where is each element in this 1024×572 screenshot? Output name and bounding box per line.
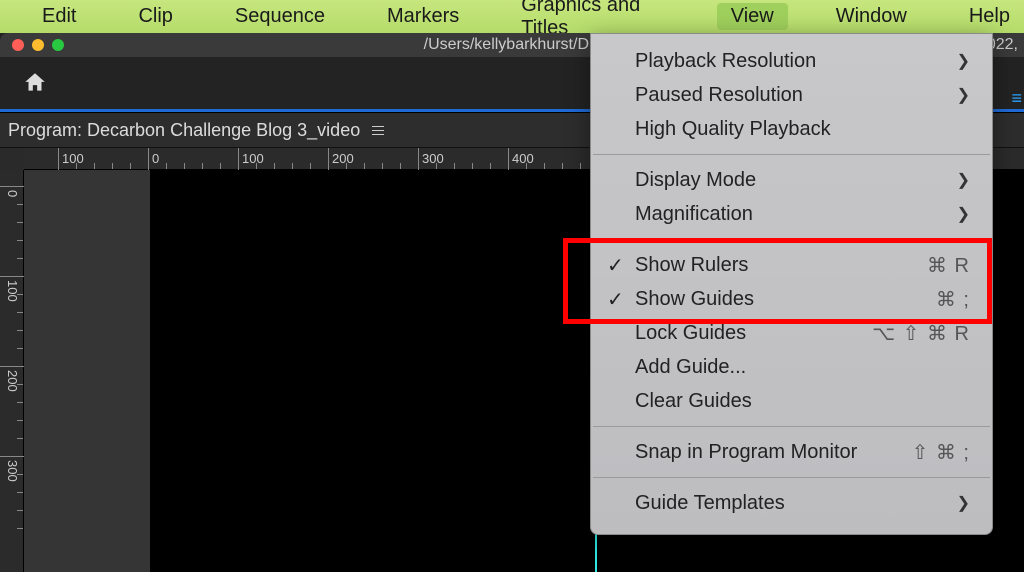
menu-item-lock-guides[interactable]: Lock Guides ⌥ ⇧ ⌘ R bbox=[591, 316, 992, 350]
keyboard-shortcut: ⌥ ⇧ ⌘ R bbox=[872, 321, 970, 346]
menu-item-label: Clear Guides bbox=[635, 390, 752, 413]
chevron-right-icon: ❯ bbox=[957, 204, 970, 224]
menu-item-high-quality-playback[interactable]: High Quality Playback bbox=[591, 112, 992, 146]
mac-menubar: EditClipSequenceMarkersGraphics and Titl… bbox=[0, 0, 1024, 33]
menu-window[interactable]: Window bbox=[822, 3, 921, 30]
zoom-window-button[interactable] bbox=[52, 39, 64, 51]
menu-item-label: Guide Templates bbox=[635, 492, 785, 515]
menu-item-paused-resolution[interactable]: Paused Resolution ❯ bbox=[591, 78, 992, 112]
ruler-tick: 0 bbox=[148, 148, 159, 170]
menu-item-label: Snap in Program Monitor bbox=[635, 441, 857, 464]
menu-item-label: Magnification bbox=[635, 203, 753, 226]
ruler-tick: 400 bbox=[508, 148, 534, 170]
menu-separator bbox=[593, 239, 990, 240]
menu-item-show-rulers[interactable]: ✓ Show Rulers ⌘ R bbox=[591, 248, 992, 282]
ruler-tick: 100 bbox=[0, 276, 24, 302]
traffic-lights[interactable] bbox=[0, 39, 64, 51]
ruler-tick: 0 bbox=[0, 186, 24, 197]
vertical-ruler: 0 100 200 300 bbox=[0, 170, 24, 572]
ruler-tick: 100 bbox=[58, 148, 84, 170]
menu-item-label: Add Guide... bbox=[635, 356, 746, 379]
menu-item-label: Display Mode bbox=[635, 169, 756, 192]
chevron-right-icon: ❯ bbox=[957, 170, 970, 190]
hamburger-icon[interactable]: ≡ bbox=[1011, 88, 1022, 108]
close-window-button[interactable] bbox=[12, 39, 24, 51]
menu-help[interactable]: Help bbox=[955, 3, 1024, 30]
menu-separator bbox=[593, 477, 990, 478]
program-panel-title: Program: Decarbon Challenge Blog 3_video bbox=[8, 120, 360, 141]
menu-item-label: Show Guides bbox=[635, 288, 754, 311]
keyboard-shortcut: ⇧ ⌘ ; bbox=[912, 440, 970, 465]
check-icon: ✓ bbox=[607, 253, 624, 278]
menu-clip[interactable]: Clip bbox=[124, 3, 186, 30]
ruler-tick: 300 bbox=[0, 456, 24, 482]
menu-item-magnification[interactable]: Magnification ❯ bbox=[591, 197, 992, 231]
panel-menu-icon[interactable] bbox=[372, 126, 384, 135]
menu-item-snap-in-program-monitor[interactable]: Snap in Program Monitor ⇧ ⌘ ; bbox=[591, 435, 992, 469]
ruler-tick: 300 bbox=[418, 148, 444, 170]
menu-item-playback-resolution[interactable]: Playback Resolution ❯ bbox=[591, 44, 992, 78]
menu-edit[interactable]: Edit bbox=[28, 3, 90, 30]
menu-item-label: Playback Resolution bbox=[635, 50, 816, 73]
menu-item-label: Show Rulers bbox=[635, 254, 748, 277]
menu-view[interactable]: View bbox=[717, 3, 788, 30]
menu-sequence[interactable]: Sequence bbox=[221, 3, 339, 30]
menu-item-label: Paused Resolution bbox=[635, 84, 803, 107]
menu-separator bbox=[593, 426, 990, 427]
titlebar-path: /Users/kellybarkhurst/D bbox=[424, 36, 589, 54]
ruler-tick: 200 bbox=[0, 366, 24, 392]
menu-item-guide-templates[interactable]: Guide Templates ❯ bbox=[591, 486, 992, 520]
view-menu-dropdown: Playback Resolution ❯ Paused Resolution ❯ Hi… bbox=[590, 33, 993, 535]
menu-markers[interactable]: Markers bbox=[373, 3, 473, 30]
menu-item-add-guide[interactable]: Add Guide... bbox=[591, 350, 992, 384]
menu-separator bbox=[593, 154, 990, 155]
menu-item-clear-guides[interactable]: Clear Guides bbox=[591, 384, 992, 418]
check-icon: ✓ bbox=[607, 287, 624, 312]
home-icon[interactable] bbox=[22, 70, 48, 96]
ruler-tick: 100 bbox=[238, 148, 264, 170]
chevron-right-icon: ❯ bbox=[957, 85, 970, 105]
menu-item-label: High Quality Playback bbox=[635, 118, 831, 141]
menu-item-display-mode[interactable]: Display Mode ❯ bbox=[591, 163, 992, 197]
chevron-right-icon: ❯ bbox=[957, 493, 970, 513]
chevron-right-icon: ❯ bbox=[957, 51, 970, 71]
minimize-window-button[interactable] bbox=[32, 39, 44, 51]
ruler-tick: 200 bbox=[328, 148, 354, 170]
menu-item-label: Lock Guides bbox=[635, 322, 746, 345]
keyboard-shortcut: ⌘ R bbox=[927, 253, 970, 278]
keyboard-shortcut: ⌘ ; bbox=[936, 287, 970, 312]
menu-item-show-guides[interactable]: ✓ Show Guides ⌘ ; bbox=[591, 282, 992, 316]
